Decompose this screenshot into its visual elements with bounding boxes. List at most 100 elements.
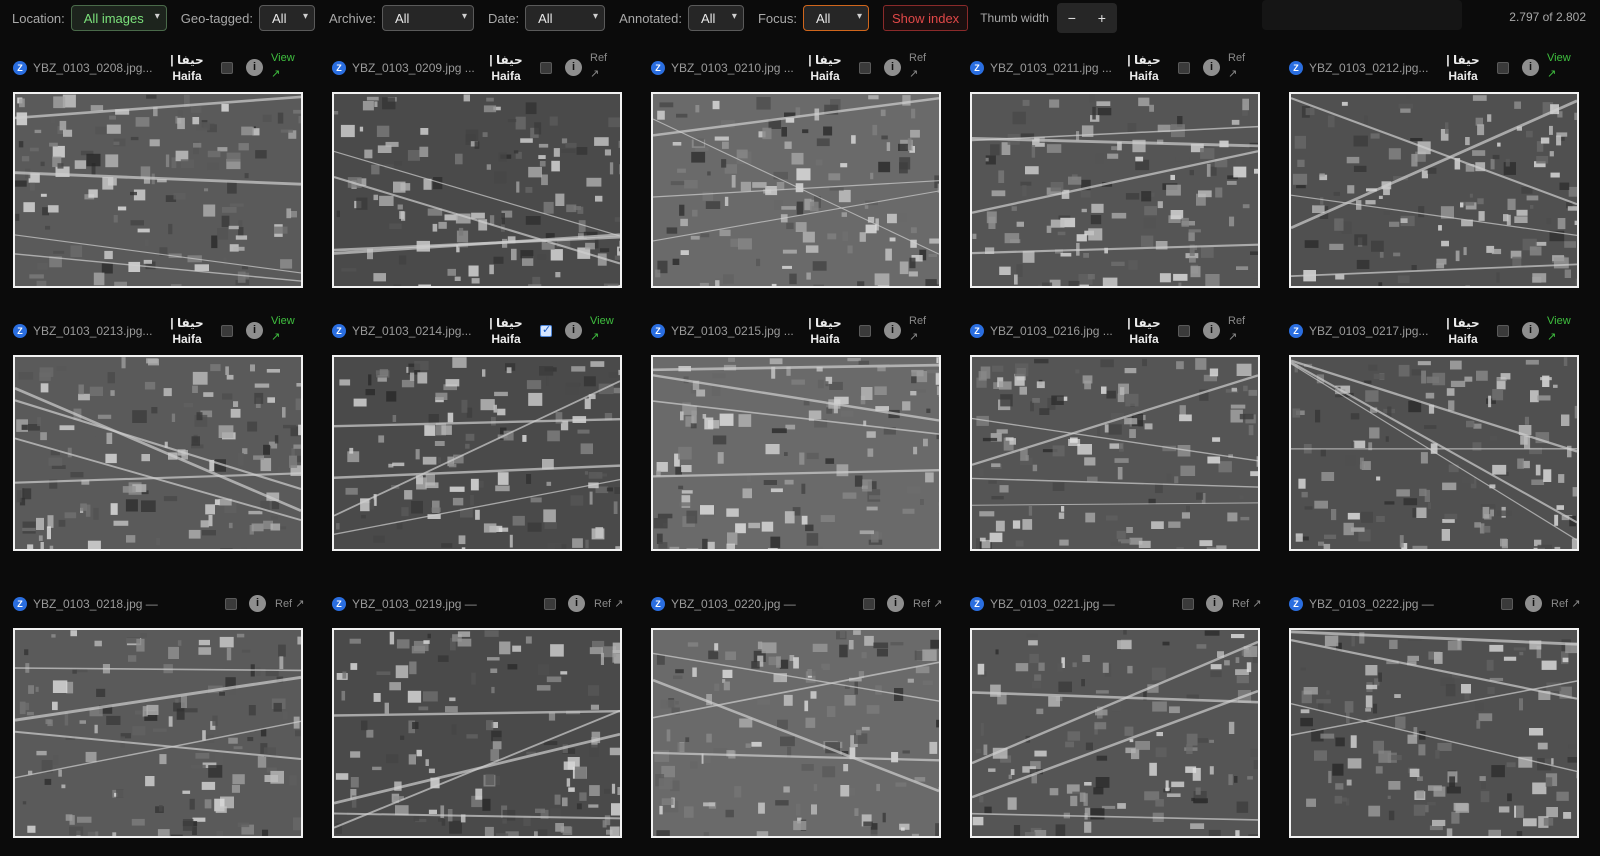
ref-link[interactable]: Ref ↗ — [1551, 597, 1580, 610]
zenodo-badge-icon[interactable]: Z — [1289, 61, 1303, 75]
ref-link[interactable]: Ref ↗ — [590, 50, 607, 82]
ref-link[interactable]: Ref ↗ — [1228, 313, 1245, 345]
info-icon[interactable]: i — [246, 322, 263, 339]
select-checkbox[interactable] — [544, 598, 556, 610]
image-card[interactable]: Z YBZ_0103_0210.jpg ... | حيفا Haifa i Ref ↗ — [651, 44, 943, 288]
select-checkbox[interactable] — [221, 62, 233, 74]
annotated-select[interactable]: All ▾ — [687, 5, 744, 31]
zenodo-badge-icon[interactable]: Z — [1289, 597, 1303, 611]
thumb-width-decrease-button[interactable]: − — [1057, 3, 1087, 33]
select-checkbox[interactable] — [859, 62, 871, 74]
aerial-photo-thumbnail[interactable] — [970, 628, 1260, 838]
ref-link[interactable]: Ref ↗ — [913, 597, 942, 610]
image-card[interactable]: Z YBZ_0103_0220.jpg — i Ref ↗ — [651, 580, 943, 838]
ref-link[interactable]: Ref ↗ — [909, 50, 926, 82]
geotagged-select[interactable]: All ▾ — [259, 5, 316, 31]
image-card[interactable]: Z YBZ_0103_0217.jpg... | حيفا Haifa i View ↗ — [1289, 307, 1581, 551]
info-icon[interactable]: i — [246, 59, 263, 76]
ref-link[interactable]: Ref ↗ — [594, 597, 623, 610]
date-select[interactable]: All ▾ — [525, 5, 606, 31]
select-checkbox[interactable] — [540, 323, 552, 337]
image-card[interactable]: Z YBZ_0103_0218.jpg — i Ref ↗ — [13, 580, 305, 838]
view-link[interactable]: View ↗ — [271, 50, 295, 82]
select-checkbox[interactable] — [1178, 325, 1190, 337]
image-card[interactable]: Z YBZ_0103_0222.jpg — i Ref ↗ — [1289, 580, 1581, 838]
zenodo-badge-icon[interactable]: Z — [651, 61, 665, 75]
zenodo-badge-icon[interactable]: Z — [651, 324, 665, 338]
zenodo-badge-icon[interactable]: Z — [970, 324, 984, 338]
select-checkbox[interactable] — [1497, 62, 1509, 74]
image-card[interactable]: Z YBZ_0103_0221.jpg — i Ref ↗ — [970, 580, 1262, 838]
image-card[interactable]: Z YBZ_0103_0208.jpg... | حيفا Haifa i View ↗ — [13, 44, 305, 288]
image-card[interactable]: Z YBZ_0103_0219.jpg — i Ref ↗ — [332, 580, 624, 838]
show-index-button[interactable]: Show index — [882, 5, 969, 31]
location-tag[interactable]: | حيفا Haifa — [157, 52, 217, 84]
image-card[interactable]: Z YBZ_0103_0216.jpg ... | حيفا Haifa i Ref ↗ — [970, 307, 1262, 551]
aerial-photo-thumbnail[interactable] — [1289, 92, 1579, 288]
location-tag[interactable]: | حيفا Haifa — [476, 315, 536, 347]
image-card[interactable]: Z YBZ_0103_0214.jpg... | حيفا Haifa i View ↗ — [332, 307, 624, 551]
location-tag[interactable]: | حيفا Haifa — [476, 52, 536, 84]
aerial-photo-thumbnail[interactable] — [332, 355, 622, 551]
view-link[interactable]: View ↗ — [1547, 50, 1571, 82]
select-checkbox[interactable] — [221, 325, 233, 337]
select-checkbox[interactable] — [225, 598, 237, 610]
zenodo-badge-icon[interactable]: Z — [332, 324, 346, 338]
zenodo-badge-icon[interactable]: Z — [651, 597, 665, 611]
ref-link[interactable]: Ref ↗ — [275, 597, 304, 610]
info-icon[interactable]: i — [1522, 59, 1539, 76]
select-checkbox[interactable] — [859, 325, 871, 337]
select-checkbox[interactable] — [1182, 598, 1194, 610]
aerial-photo-thumbnail[interactable] — [332, 628, 622, 838]
select-checkbox[interactable] — [1178, 62, 1190, 74]
ref-link[interactable]: Ref ↗ — [1228, 50, 1245, 82]
aerial-photo-thumbnail[interactable] — [13, 355, 303, 551]
info-icon[interactable]: i — [565, 59, 582, 76]
location-tag[interactable]: | حيفا Haifa — [1114, 315, 1174, 347]
zenodo-badge-icon[interactable]: Z — [13, 597, 27, 611]
ref-link[interactable]: Ref ↗ — [1232, 597, 1261, 610]
aerial-photo-thumbnail[interactable] — [1289, 355, 1579, 551]
aerial-photo-thumbnail[interactable] — [970, 92, 1260, 288]
view-link[interactable]: View ↗ — [1547, 313, 1571, 345]
location-tag[interactable]: | حيفا Haifa — [157, 315, 217, 347]
info-icon[interactable]: i — [1522, 322, 1539, 339]
info-icon[interactable]: i — [1525, 595, 1542, 612]
aerial-photo-thumbnail[interactable] — [13, 92, 303, 288]
info-icon[interactable]: i — [568, 595, 585, 612]
thumb-width-increase-button[interactable]: + — [1087, 3, 1117, 33]
image-card[interactable]: Z YBZ_0103_0213.jpg... | حيفا Haifa i View ↗ — [13, 307, 305, 551]
info-icon[interactable]: i — [884, 59, 901, 76]
select-checkbox[interactable] — [1501, 598, 1513, 610]
info-icon[interactable]: i — [249, 595, 266, 612]
location-select[interactable]: All images ▾ — [70, 5, 167, 31]
location-tag[interactable]: | حيفا Haifa — [1114, 52, 1174, 84]
location-tag[interactable]: | حيفا Haifa — [795, 315, 855, 347]
info-icon[interactable]: i — [884, 322, 901, 339]
info-icon[interactable]: i — [1203, 322, 1220, 339]
aerial-photo-thumbnail[interactable] — [651, 628, 941, 838]
select-checkbox[interactable] — [863, 598, 875, 610]
image-card[interactable]: Z YBZ_0103_0209.jpg ... | حيفا Haifa i Ref ↗ — [332, 44, 624, 288]
select-checkbox[interactable] — [540, 62, 552, 74]
zenodo-badge-icon[interactable]: Z — [332, 61, 346, 75]
info-icon[interactable]: i — [1203, 59, 1220, 76]
aerial-photo-thumbnail[interactable] — [332, 92, 622, 288]
aerial-photo-thumbnail[interactable] — [970, 355, 1260, 551]
view-link[interactable]: View ↗ — [271, 313, 295, 345]
image-card[interactable]: Z YBZ_0103_0211.jpg ... | حيفا Haifa i Ref ↗ — [970, 44, 1262, 288]
zenodo-badge-icon[interactable]: Z — [13, 324, 27, 338]
aerial-photo-thumbnail[interactable] — [1289, 628, 1579, 838]
aerial-photo-thumbnail[interactable] — [13, 628, 303, 838]
image-card[interactable]: Z YBZ_0103_0215.jpg ... | حيفا Haifa i Ref ↗ — [651, 307, 943, 551]
info-icon[interactable]: i — [887, 595, 904, 612]
aerial-photo-thumbnail[interactable] — [651, 92, 941, 288]
zenodo-badge-icon[interactable]: Z — [13, 61, 27, 75]
location-tag[interactable]: | حيفا Haifa — [795, 52, 855, 84]
zenodo-badge-icon[interactable]: Z — [970, 597, 984, 611]
ref-link[interactable]: Ref ↗ — [909, 313, 926, 345]
view-link[interactable]: View ↗ — [590, 313, 614, 345]
zenodo-badge-icon[interactable]: Z — [1289, 324, 1303, 338]
archive-select[interactable]: All ▾ — [381, 5, 474, 31]
info-icon[interactable]: i — [1206, 595, 1223, 612]
